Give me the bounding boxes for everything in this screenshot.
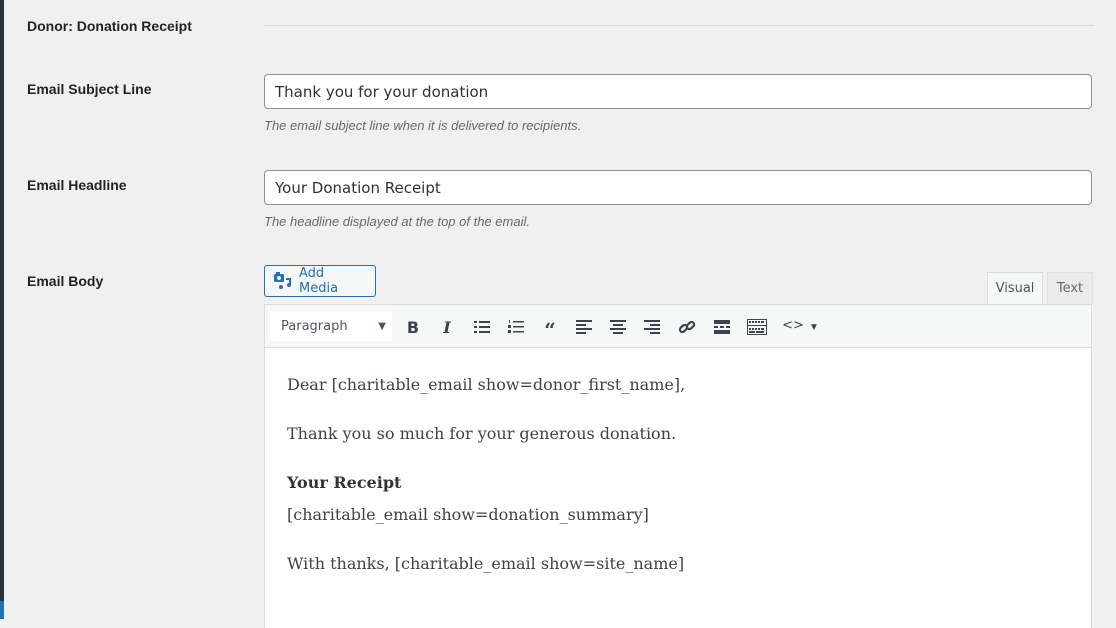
- subject-description: The email subject line when it is delive…: [264, 118, 582, 133]
- numbered-list-icon: [508, 320, 524, 333]
- toolbar-toggle-button[interactable]: [745, 315, 769, 339]
- bullet-list-icon: [474, 321, 490, 333]
- numbered-list-button[interactable]: [504, 315, 528, 339]
- align-center-icon: [610, 320, 626, 334]
- italic-button[interactable]: I: [435, 315, 459, 339]
- link-button[interactable]: [675, 315, 699, 339]
- body-line-thanks: Thank you so much for your generous dona…: [287, 424, 677, 443]
- body-line-greeting: Dear [charitable_email show=donor_first_…: [287, 375, 686, 394]
- sidebar-active-indicator: [0, 601, 4, 619]
- blockquote-button[interactable]: “: [538, 315, 562, 342]
- media-icon: [273, 272, 293, 290]
- blockquote-icon: “: [544, 318, 556, 342]
- more-dropdown-button[interactable]: ▼: [802, 315, 826, 339]
- headline-input[interactable]: [264, 170, 1092, 205]
- bullet-list-button[interactable]: [470, 315, 494, 339]
- align-left-icon: [576, 320, 592, 334]
- headline-description: The headline displayed at the top of the…: [264, 214, 530, 229]
- toolbar-toggle-icon: [747, 319, 767, 335]
- link-icon: [678, 320, 696, 334]
- subject-input[interactable]: [264, 74, 1092, 109]
- editor-toolbar: Paragraph ▼ B I “ <> ▼: [264, 304, 1092, 348]
- align-left-button[interactable]: [572, 315, 596, 339]
- read-more-icon: [714, 320, 730, 334]
- body-label: Email Body: [27, 273, 104, 289]
- headline-label: Email Headline: [27, 177, 127, 193]
- code-icon: <>: [782, 317, 804, 333]
- email-body-editor[interactable]: Dear [charitable_email show=donor_first_…: [264, 348, 1092, 628]
- format-select[interactable]: Paragraph ▼: [270, 311, 392, 341]
- align-center-button[interactable]: [606, 315, 630, 339]
- body-line-summary: [charitable_email show=donation_summary]: [287, 505, 649, 524]
- body-heading-receipt: Your Receipt: [287, 473, 402, 492]
- format-select-value: Paragraph: [281, 318, 348, 334]
- admin-sidebar-edge: [0, 0, 4, 619]
- align-right-button[interactable]: [640, 315, 664, 339]
- tab-visual[interactable]: Visual: [987, 272, 1043, 304]
- add-media-button[interactable]: Add Media: [264, 265, 376, 297]
- body-line-signoff: With thanks, [charitable_email show=site…: [287, 554, 685, 573]
- italic-icon: I: [443, 317, 451, 337]
- add-media-label: Add Media: [299, 266, 339, 296]
- bold-button[interactable]: B: [401, 315, 425, 339]
- read-more-button[interactable]: [710, 315, 734, 339]
- bold-icon: B: [406, 317, 420, 337]
- section-title: Donor: Donation Receipt: [27, 18, 192, 34]
- section-divider: [264, 25, 1094, 26]
- align-right-icon: [644, 320, 660, 334]
- chevron-down-icon: ▼: [378, 321, 386, 332]
- more-dropdown-icon: ▼: [809, 321, 819, 333]
- tab-text[interactable]: Text: [1047, 272, 1093, 304]
- subject-label: Email Subject Line: [27, 81, 152, 97]
